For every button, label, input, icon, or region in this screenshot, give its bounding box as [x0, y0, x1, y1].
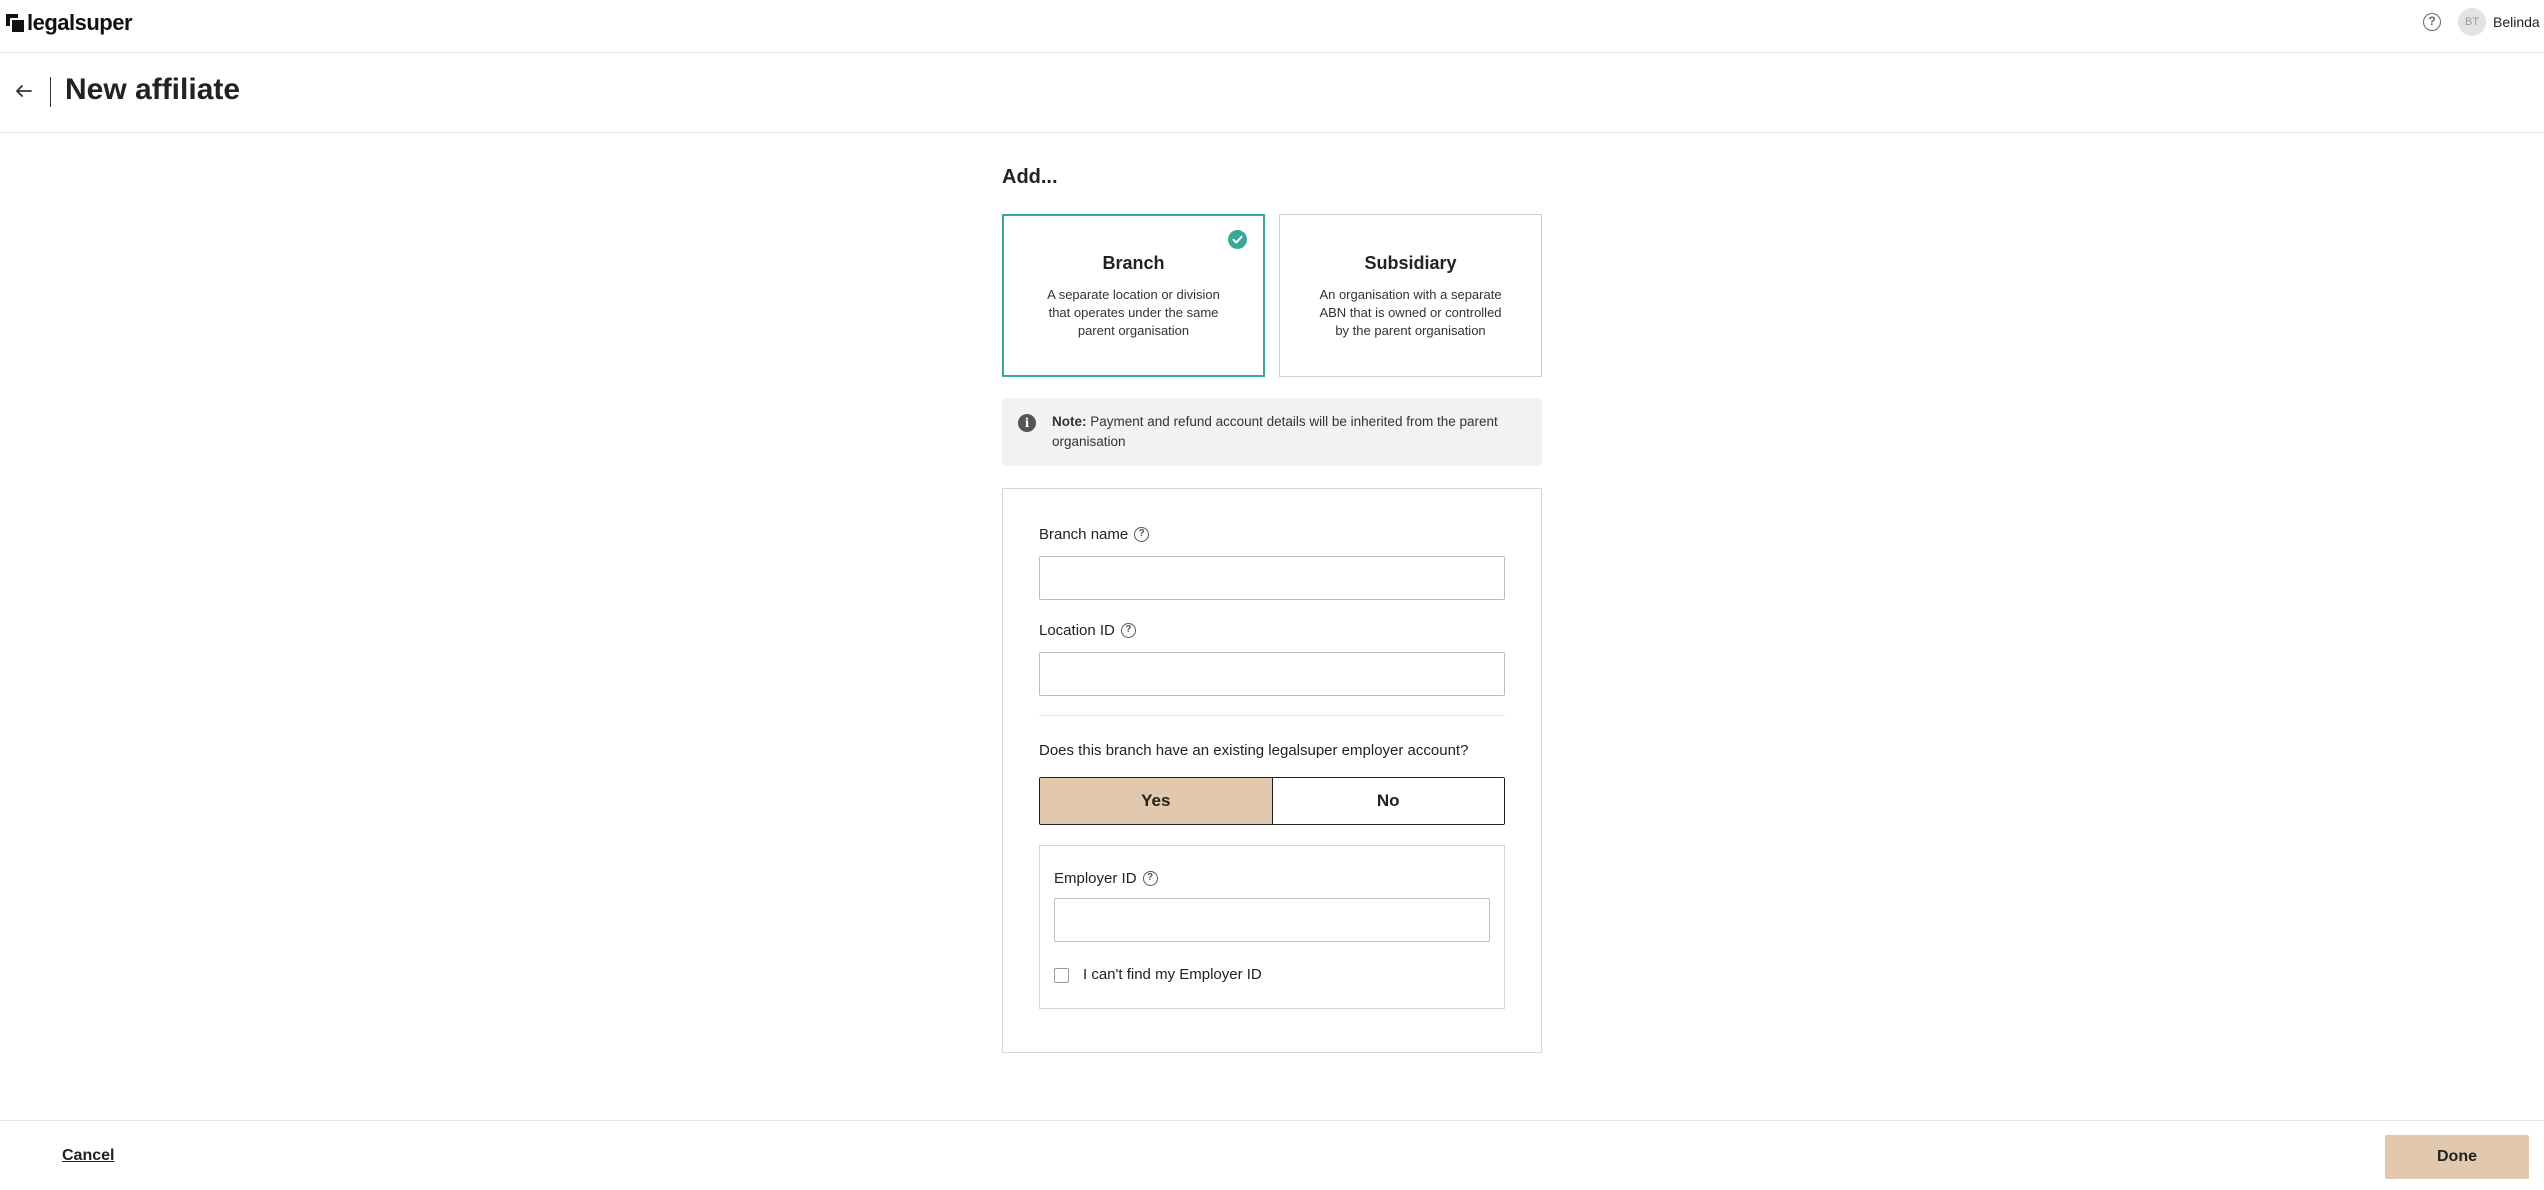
subsidiary-option-title: Subsidiary: [1364, 253, 1457, 273]
user-name[interactable]: Belinda: [2493, 14, 2540, 30]
location-id-label-text: Location ID: [1039, 622, 1115, 639]
branch-name-input[interactable]: [1039, 556, 1505, 600]
location-id-input[interactable]: [1039, 652, 1505, 696]
cancel-link[interactable]: Cancel: [62, 1147, 114, 1165]
info-icon: i: [1018, 414, 1036, 432]
yes-toggle-button[interactable]: Yes: [1040, 778, 1273, 824]
done-button[interactable]: Done: [2385, 1135, 2529, 1179]
legalsuper-logo[interactable]: legalsuper: [6, 10, 133, 36]
top-bar: legalsuper ? BT Belinda: [0, 0, 2544, 53]
subsidiary-option-card[interactable]: Subsidiary An organisation with a separa…: [1279, 214, 1542, 377]
header-divider: [50, 77, 51, 107]
existing-account-question: Does this branch have an existing legals…: [1039, 742, 1469, 759]
logo-mark-icon: [6, 14, 24, 32]
existing-account-toggle: Yes No: [1039, 777, 1505, 825]
subsidiary-option-description: An organisation with a separate ABN that…: [1319, 287, 1502, 338]
add-heading: Add...: [1002, 166, 1058, 188]
help-circle-icon[interactable]: ?: [2423, 13, 2441, 31]
branch-option-description: A separate location or division that ope…: [1047, 287, 1220, 338]
question-circle-icon[interactable]: ?: [1120, 623, 1136, 638]
branch-option-card[interactable]: Branch A separate location or division t…: [1002, 214, 1265, 377]
employer-id-label-text: Employer ID: [1054, 870, 1137, 887]
arrow-left-icon[interactable]: [14, 81, 34, 101]
cant-find-employer-id-checkbox[interactable]: [1054, 968, 1069, 983]
logo-text: legalsuper: [27, 10, 133, 35]
page-title: New affiliate: [65, 73, 241, 106]
employer-id-input[interactable]: [1054, 898, 1490, 942]
branch-name-label-text: Branch name: [1039, 526, 1129, 543]
check-circle-icon: [1228, 230, 1247, 249]
employer-id-label: Employer ID ?: [1054, 870, 1158, 887]
note-body: Payment and refund account details will …: [1052, 414, 1498, 449]
branch-form: Branch name ? Location ID ? Does this br…: [1002, 488, 1542, 1053]
question-circle-icon[interactable]: ?: [1142, 871, 1158, 886]
info-note: i Note: Payment and refund account detai…: [1002, 398, 1542, 466]
question-circle-icon[interactable]: ?: [1134, 527, 1150, 542]
page-header: New affiliate: [0, 53, 2544, 133]
branch-name-label: Branch name ?: [1039, 526, 1150, 543]
form-divider: [1039, 715, 1505, 716]
note-text: Note: Payment and refund account details…: [1052, 412, 1522, 452]
note-prefix: Note:: [1052, 414, 1087, 429]
employer-id-panel: Employer ID ? I can't find my Employer I…: [1039, 845, 1505, 1009]
footer-bar: Cancel Done: [0, 1120, 2544, 1190]
location-id-label: Location ID ?: [1039, 622, 1136, 639]
avatar[interactable]: BT: [2458, 8, 2486, 36]
no-toggle-button[interactable]: No: [1272, 778, 1504, 824]
cant-find-employer-id-label[interactable]: I can't find my Employer ID: [1083, 966, 1262, 983]
branch-option-title: Branch: [1102, 253, 1165, 273]
